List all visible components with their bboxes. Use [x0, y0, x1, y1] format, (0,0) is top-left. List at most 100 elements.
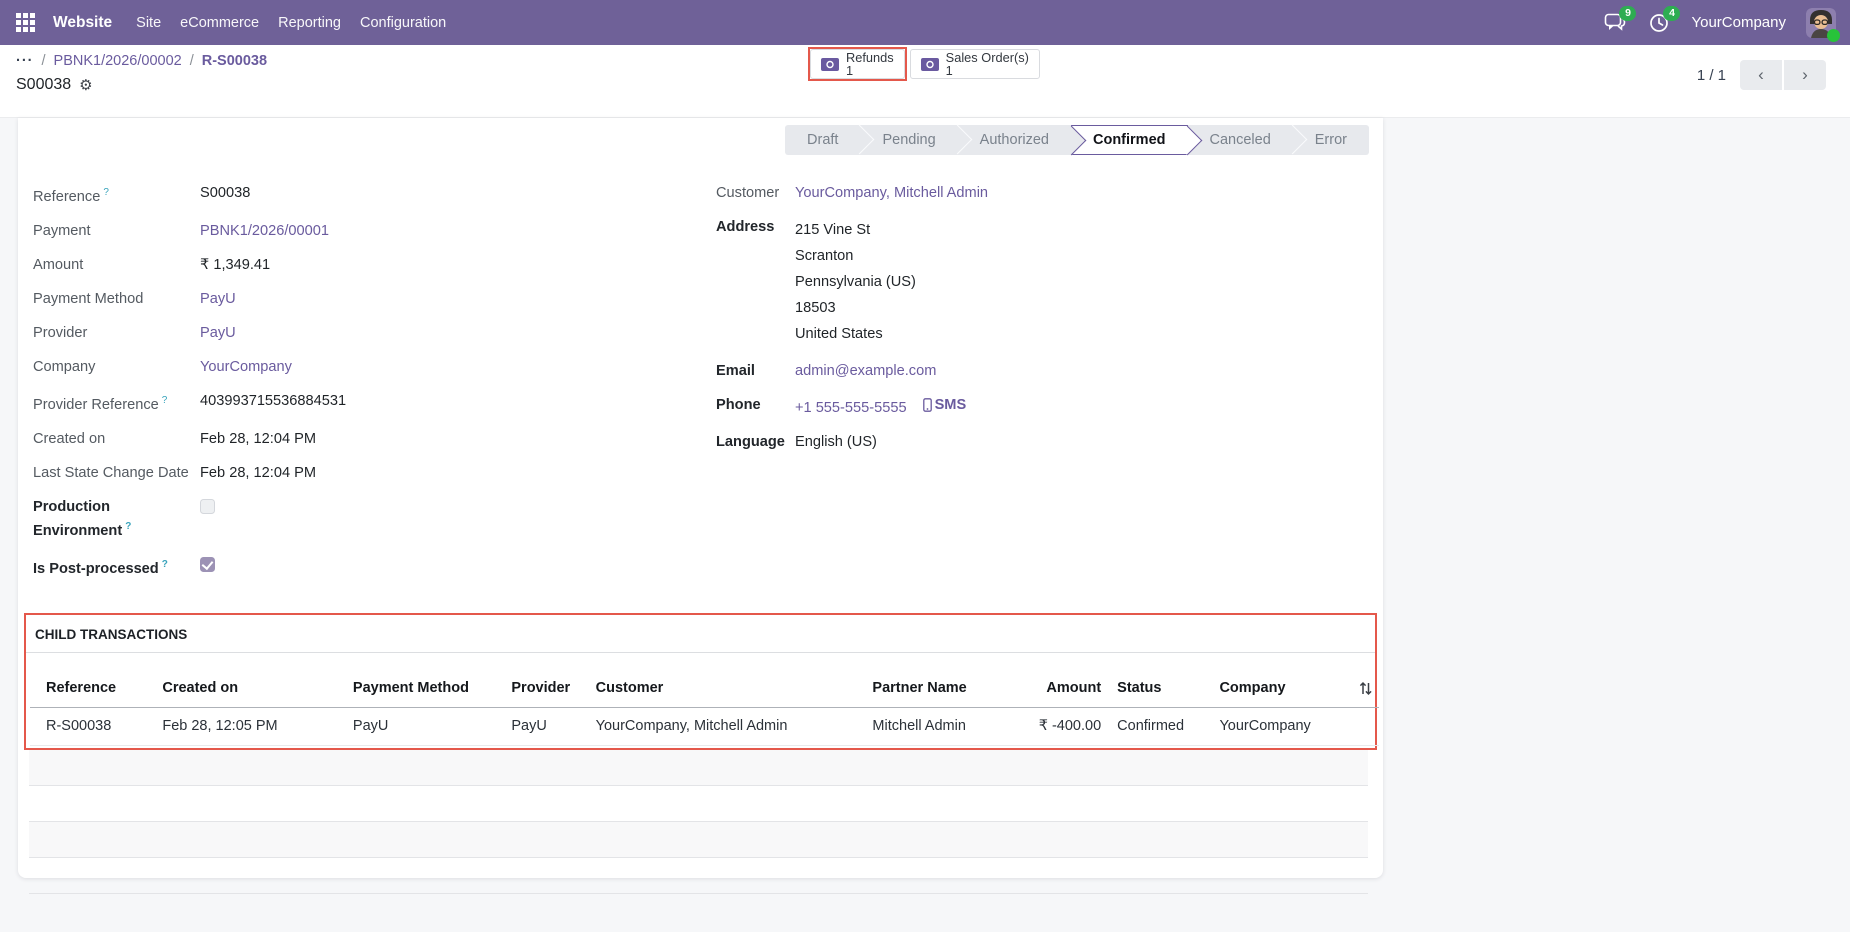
- field-value-language: English (US): [795, 434, 877, 450]
- column-header-reference[interactable]: Reference: [30, 669, 147, 708]
- field-company: Company YourCompany: [33, 350, 700, 384]
- column-header-partner-name[interactable]: Partner Name: [856, 669, 1027, 708]
- breadcrumb-link-r-s00038[interactable]: R-S00038: [202, 53, 267, 69]
- stat-button-value: 1: [846, 63, 854, 78]
- column-header-created-on[interactable]: Created on: [146, 669, 337, 708]
- fields-column-right: Customer YourCompany, Mitchell Admin Addre…: [700, 176, 1383, 585]
- column-header-status[interactable]: Status: [1107, 669, 1212, 708]
- cell-payment-method: PayU: [336, 707, 496, 746]
- money-bill-icon: [821, 57, 839, 71]
- field-link-company[interactable]: YourCompany: [200, 359, 292, 375]
- column-header-customer[interactable]: Customer: [579, 669, 857, 708]
- address-line: 18503: [795, 300, 836, 316]
- fields-column-left: Reference? S00038 Payment PBNK1/2026/00001 A…: [18, 176, 700, 585]
- field-amount: Amount ₹ 1,349.41: [33, 248, 700, 282]
- help-icon: ?: [103, 187, 109, 198]
- statusbar-step-canceled[interactable]: Canceled: [1188, 124, 1308, 155]
- column-header-provider[interactable]: Provider: [495, 669, 580, 708]
- phantom-row: [29, 749, 1368, 786]
- field-value-payment: PBNK1/2026/00001: [200, 221, 329, 241]
- field-value-amount: ₹ 1,349.41: [200, 256, 271, 273]
- online-status-dot: [1827, 28, 1840, 42]
- field-label-company: Company: [33, 358, 96, 375]
- column-header-company[interactable]: Company: [1211, 669, 1342, 708]
- sms-button[interactable]: SMS: [922, 395, 967, 415]
- field-label-customer: Customer: [716, 185, 780, 201]
- field-link-payment-method[interactable]: PayU: [200, 291, 236, 307]
- breadcrumb-link-pbnk1-2026-00002[interactable]: PBNK1/2026/00002: [54, 53, 182, 69]
- field-value-provider-reference: 403993715536884531: [200, 392, 347, 409]
- stat-button-sales-order-s[interactable]: Sales Order(s) 1: [909, 49, 1040, 79]
- breadcrumb: ··· / PBNK1/2026/00002 / R-S00038: [16, 53, 267, 69]
- apps-menu-button[interactable]: [12, 10, 38, 36]
- form-fields: Reference? S00038 Payment PBNK1/2026/00001 A…: [18, 176, 1383, 585]
- field-label-is-post-processed: Is Post-processed?: [33, 558, 168, 577]
- field-production-environment: Production Environment?: [33, 490, 700, 548]
- field-payment-method: Payment Method PayU: [33, 282, 700, 316]
- statusbar-step-authorized[interactable]: Authorized: [958, 125, 1071, 155]
- field-value-created-on: Feb 28, 12:04 PM: [200, 430, 317, 447]
- cell-amount: ₹ -400.00: [1026, 707, 1108, 746]
- field-label-phone: Phone: [716, 397, 761, 413]
- breadcrumb-separator: /: [189, 53, 194, 69]
- field-is-post-processed: Is Post-processed?: [33, 548, 700, 586]
- field-link-email[interactable]: admin@example.com: [795, 363, 936, 379]
- phantom-row: [29, 858, 1368, 894]
- money-bill-icon: [920, 57, 939, 71]
- nav-menu-configuration[interactable]: Configuration: [359, 3, 447, 43]
- field-phone: Phone +1 555-555-5555 SMS: [716, 388, 1383, 425]
- cell-company: YourCompany: [1211, 707, 1342, 746]
- stat-button-refunds[interactable]: Refunds 1: [810, 49, 905, 79]
- stat-button-label: Refunds: [846, 49, 894, 65]
- statusbar-step-label: Authorized: [979, 132, 1049, 148]
- user-avatar[interactable]: [1806, 7, 1840, 42]
- address-line: United States: [795, 326, 883, 342]
- statusbar-step-pending[interactable]: Pending: [860, 124, 973, 155]
- field-label-reference: Reference?: [33, 187, 109, 205]
- cell-reference: R-S00038: [30, 707, 147, 746]
- navbar-right: 9 4 YourCompany: [1603, 5, 1850, 42]
- messages-button[interactable]: 9: [1603, 5, 1637, 35]
- control-panel: ··· / PBNK1/2026/00002/R-S00038 S00038 ⚙ …: [0, 45, 1850, 118]
- cell-created-on: Feb 28, 12:05 PM: [146, 707, 337, 746]
- pager-previous-button[interactable]: ‹: [1740, 60, 1782, 90]
- field-value-production-environment: [200, 497, 215, 520]
- child-transactions-title: Child transactions: [26, 627, 1375, 654]
- field-link-payment[interactable]: PBNK1/2026/00001: [200, 223, 329, 239]
- adjust-columns-icon: [1359, 681, 1372, 695]
- table-row[interactable]: R-S00038 Feb 28, 12:05 PM PayU PayU YourComp…: [30, 707, 1379, 746]
- checkbox-is-post-processed[interactable]: [200, 556, 215, 572]
- company-switcher[interactable]: YourCompany: [1691, 14, 1786, 31]
- optional-columns-button[interactable]: [1358, 681, 1373, 696]
- mobile-phone-icon: [922, 398, 932, 412]
- form-sheet: Draft Pending Authorized Confirmed Canceled E…: [18, 118, 1383, 894]
- field-label-provider-reference: Provider Reference?: [33, 394, 168, 413]
- column-header-amount[interactable]: Amount: [1026, 669, 1108, 708]
- column-header-payment-method[interactable]: Payment Method: [336, 669, 496, 708]
- statusbar-step-confirmed[interactable]: Confirmed: [1056, 125, 1202, 155]
- actions-gear-icon[interactable]: ⚙: [79, 78, 92, 93]
- field-value-is-post-processed: [200, 555, 215, 578]
- checkbox-production-environment[interactable]: [200, 498, 215, 514]
- breadcrumb-ellipsis-button[interactable]: ···: [16, 53, 34, 69]
- nav-menu-ecommerce[interactable]: eCommerce: [179, 3, 260, 43]
- sms-label: SMS: [934, 397, 967, 413]
- pager-next-button[interactable]: ›: [1784, 60, 1826, 90]
- nav-menu-site[interactable]: Site: [135, 3, 162, 43]
- field-customer: Customer YourCompany, Mitchell Admin: [716, 176, 1383, 210]
- field-link-customer[interactable]: YourCompany, Mitchell Admin: [795, 185, 988, 201]
- app-name-website[interactable]: Website: [53, 14, 112, 32]
- top-navbar: Website Site eCommerce Reporting Configurat…: [0, 0, 1850, 45]
- field-label-amount: Amount: [33, 256, 84, 273]
- statusbar-step-draft[interactable]: Draft: [785, 124, 875, 155]
- activities-button[interactable]: 4: [1647, 5, 1681, 35]
- nav-menu-reporting[interactable]: Reporting: [277, 3, 342, 43]
- field-link-provider[interactable]: PayU: [200, 325, 236, 341]
- statusbar-step-label: Confirmed: [1093, 132, 1166, 148]
- field-value-phone: +1 555-555-5555 SMS: [795, 395, 966, 418]
- address-line: Pennsylvania (US): [795, 274, 916, 290]
- address-line: Scranton: [795, 248, 854, 264]
- statusbar-step-label: Error: [1314, 132, 1347, 148]
- phone-link[interactable]: +1 555-555-5555: [795, 400, 907, 416]
- help-icon: ?: [161, 394, 168, 406]
